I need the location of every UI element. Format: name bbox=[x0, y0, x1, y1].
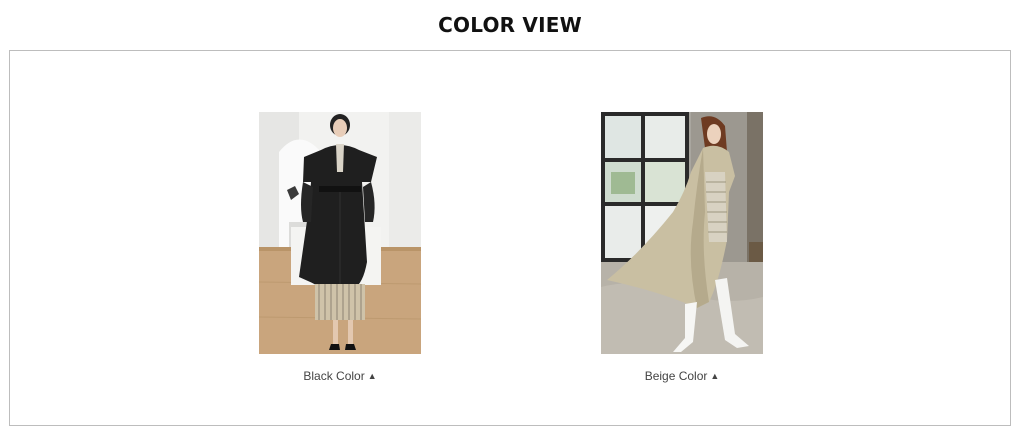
black-color-link[interactable]: Black Color ▲ bbox=[259, 369, 421, 383]
black-color-label: Black Color bbox=[303, 369, 365, 383]
beige-color-link[interactable]: Beige Color ▲ bbox=[601, 369, 763, 383]
color-view-page: COLOR VIEW Black Color ▲ Beige Color ▲ bbox=[0, 0, 1020, 439]
black-coat-photo[interactable] bbox=[259, 112, 421, 354]
up-arrow-icon: ▲ bbox=[367, 371, 377, 381]
section-title: COLOR VIEW bbox=[438, 13, 582, 37]
color-card-black: Black Color ▲ bbox=[259, 112, 421, 383]
up-arrow-icon: ▲ bbox=[710, 371, 720, 381]
beige-coat-photo[interactable] bbox=[601, 112, 763, 354]
beige-color-label: Beige Color bbox=[644, 369, 708, 383]
color-card-beige: Beige Color ▲ bbox=[601, 112, 763, 383]
color-view-frame: Black Color ▲ Beige Color ▲ bbox=[9, 50, 1011, 426]
